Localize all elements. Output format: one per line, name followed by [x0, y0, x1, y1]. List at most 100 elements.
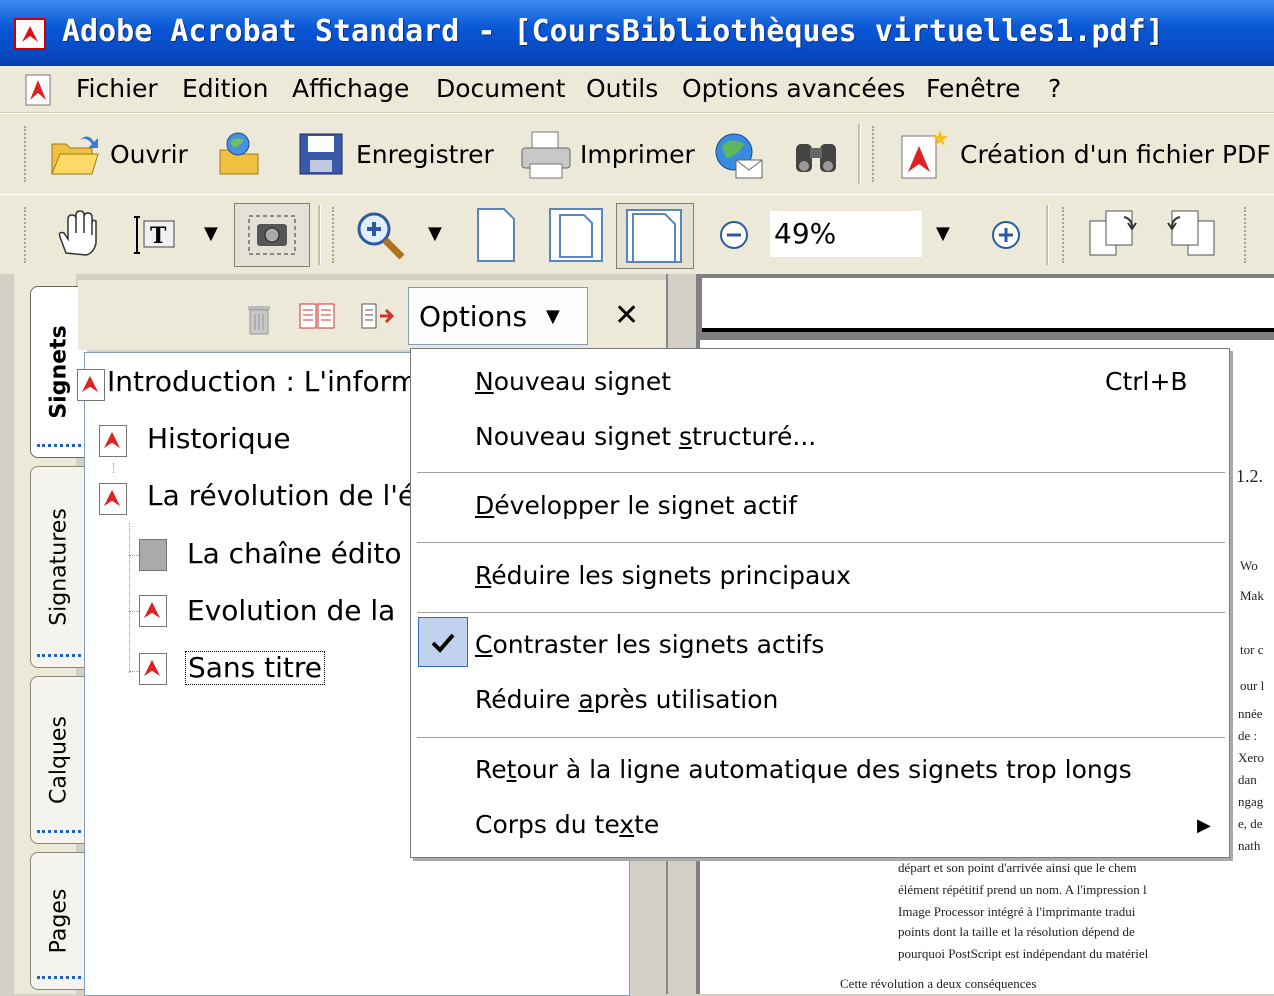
menu-item-text: Nouveau signet [475, 422, 679, 451]
view-toolbar: T ▼ ▼ 49% ▼ [0, 194, 1274, 276]
pdf-bookmark-icon [77, 369, 105, 401]
fit-page-icon[interactable] [548, 207, 604, 263]
menu-item-text: Re [475, 755, 507, 784]
menu-item-retour-ligne[interactable]: Retour à la ligne automatique des signet… [475, 755, 1132, 784]
menu-separator [417, 737, 1225, 738]
print-button[interactable]: Imprimer [580, 140, 695, 169]
delete-bookmark-icon[interactable] [244, 300, 274, 336]
toolbar-grip[interactable] [24, 126, 31, 182]
open-folder-icon[interactable] [48, 130, 102, 178]
menu-item-accelerator: x [619, 810, 635, 839]
side-tabs: Signets Signatures Calques Pages [14, 274, 87, 994]
tab-pages[interactable]: Pages [30, 852, 87, 990]
menu-document[interactable]: Document [436, 74, 566, 103]
zoom-out-icon[interactable] [718, 219, 750, 251]
previous-page [702, 278, 1274, 332]
menu-item-nouveau-signet-structure[interactable]: Nouveau signet structuré... [475, 422, 816, 451]
chevron-down-icon[interactable]: ▼ [428, 223, 442, 244]
menu-item-text: évelopper le signet actif [494, 491, 798, 520]
toolbar-grip[interactable] [332, 207, 339, 263]
actual-size-page-icon[interactable] [474, 207, 518, 263]
bookmark-revolution[interactable]: La révolution de l'é [147, 479, 415, 512]
bookmark-chaine-editoriale[interactable]: La chaîne édito [187, 537, 402, 570]
rotate-counterclockwise-icon[interactable] [1164, 207, 1218, 261]
menu-item-accelerator: s [678, 422, 692, 451]
menu-item-text: Corps du te [475, 810, 620, 839]
page-text-line: élément répétitif prend un nom. A l'impr… [898, 882, 1147, 897]
expand-bookmark-icon[interactable] [360, 300, 400, 332]
menu-options-avancees[interactable]: Options avancées [682, 74, 905, 103]
options-label: Options [419, 300, 528, 333]
rotate-clockwise-icon[interactable] [1086, 207, 1140, 261]
toolbar-grip[interactable] [1062, 207, 1069, 263]
create-pdf-button[interactable]: Création d'un fichier PDF [960, 140, 1271, 169]
zoom-dropdown-arrow[interactable]: ▼ [936, 223, 950, 244]
pdf-bookmark-icon [99, 483, 127, 515]
hand-tool-icon[interactable] [52, 209, 102, 259]
new-bookmark-icon[interactable] [298, 300, 338, 332]
chevron-down-icon[interactable]: ▼ [204, 223, 218, 244]
menu-item-accelerator: C [475, 630, 493, 659]
menu-item-corps-du-texte[interactable]: Corps du texte [475, 810, 659, 839]
menu-edition[interactable]: Edition [182, 74, 269, 103]
tab-signets-label: Signets [46, 325, 72, 419]
bookmark-evolution[interactable]: Evolution de la [187, 594, 395, 627]
tab-signatures-label: Signatures [46, 508, 72, 626]
save-disk-icon[interactable] [298, 132, 344, 176]
page-text-fragment: tor c [1240, 642, 1264, 657]
bookmark-introduction[interactable]: Introduction : L'inform [107, 365, 418, 398]
pdf-bookmark-icon [99, 425, 127, 457]
page-text-line: Cette révolution a deux conséquences [840, 976, 1037, 991]
menu-item-text: ouveau signet [493, 367, 671, 396]
open-button[interactable]: Ouvrir [110, 140, 188, 169]
page-text-line: points dont la taille et la résolution d… [898, 924, 1135, 939]
zoom-field[interactable]: 49% [770, 211, 922, 257]
menu-affichage[interactable]: Affichage [292, 74, 409, 103]
zoom-value[interactable]: 49% [774, 217, 836, 250]
toolbar-grip[interactable] [24, 207, 31, 263]
menu-item-nouveau-signet[interactable]: Nouveau signet [475, 367, 671, 396]
page-text-fragment: de : [1238, 728, 1258, 743]
email-globe-icon[interactable] [710, 130, 764, 180]
page-text-fragment: dan [1238, 772, 1257, 787]
options-menu-button[interactable]: Options ▼ [408, 287, 588, 345]
menu-separator [417, 542, 1225, 543]
fit-width-button[interactable] [616, 203, 694, 269]
menu-item-developper[interactable]: Développer le signet actif [475, 491, 797, 520]
menu-item-reduire-principaux[interactable]: Réduire les signets principaux [475, 561, 851, 590]
menu-help[interactable]: ? [1048, 74, 1061, 103]
document-menu-icon[interactable] [22, 74, 56, 106]
toolbar-grip[interactable] [1244, 207, 1251, 263]
organizer-icon[interactable] [214, 130, 270, 178]
tab-signatures[interactable]: Signatures [30, 466, 87, 668]
options-dropdown-menu: Nouveau signet Ctrl+B Nouveau signet str… [410, 348, 1230, 858]
menu-outils[interactable]: Outils [586, 74, 658, 103]
zoom-in-icon[interactable] [354, 209, 408, 261]
snapshot-tool-button[interactable] [234, 203, 310, 267]
page-heading-fragment: 1.2. [1236, 466, 1263, 486]
save-button[interactable]: Enregistrer [356, 140, 494, 169]
text-select-icon[interactable]: T [130, 213, 186, 257]
printer-icon[interactable] [518, 130, 574, 180]
shortcut-ctrl-b: Ctrl+B [1105, 367, 1188, 396]
menu-item-text: tructuré... [691, 422, 817, 451]
toolbar-grip[interactable] [872, 126, 879, 182]
zoom-in-plus-icon[interactable] [990, 219, 1022, 251]
menu-item-text: te [634, 810, 660, 839]
menu-item-reduire-apres[interactable]: Réduire après utilisation [475, 685, 778, 714]
bookmark-sans-titre[interactable]: Sans titre [185, 651, 326, 685]
page-text-fragment: nnée [1238, 706, 1263, 721]
menu-fenetre[interactable]: Fenêtre [926, 74, 1021, 103]
menu-item-contraster[interactable]: Contraster les signets actifs [475, 630, 824, 659]
acrobat-app-icon[interactable] [14, 18, 46, 50]
submenu-arrow-icon: ▶ [1197, 815, 1211, 836]
menu-item-text: Réduire [475, 685, 579, 714]
find-binoculars-icon[interactable] [792, 134, 840, 176]
menu-fichier[interactable]: Fichier [76, 74, 158, 103]
tab-calques[interactable]: Calques [30, 676, 87, 844]
close-icon[interactable]: ✕ [614, 298, 639, 333]
bookmark-historique[interactable]: Historique [147, 422, 291, 455]
menu-item-text: près utilisation [593, 685, 779, 714]
menu-item-text: our à la ligne automatique des signets t… [516, 755, 1132, 784]
create-pdf-icon[interactable] [896, 128, 952, 180]
